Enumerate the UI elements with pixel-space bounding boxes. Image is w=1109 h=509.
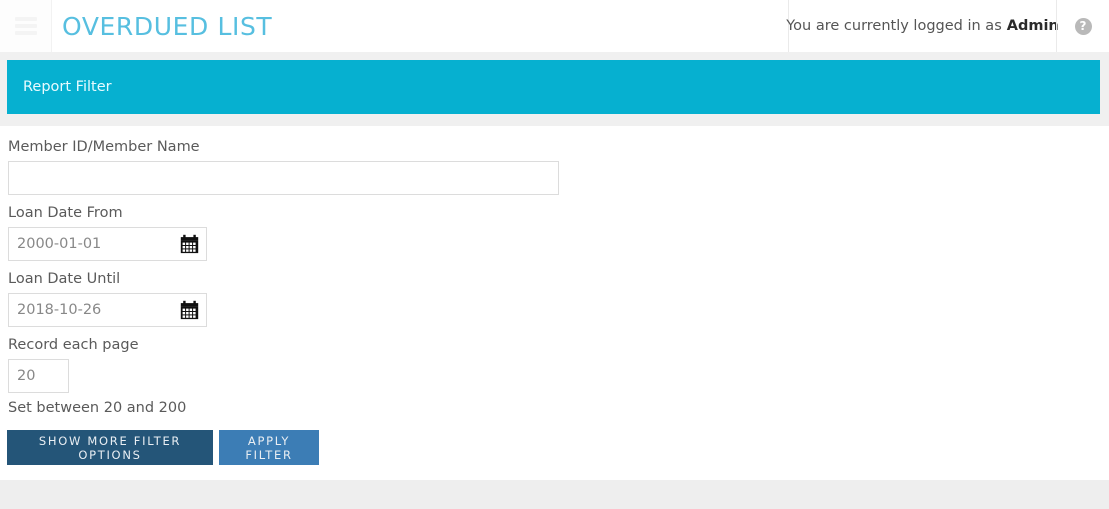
loan-date-from-input[interactable] [8, 227, 207, 261]
report-filter-header: Report Filter [7, 60, 1100, 114]
logged-in-username: Admin [1006, 18, 1059, 34]
loan-date-until-input[interactable] [8, 293, 207, 327]
logged-in-user-info: You are currently logged in as Admin [786, 0, 1059, 52]
report-filter-title: Report Filter [23, 79, 112, 95]
calendar-icon[interactable] [180, 300, 199, 320]
record-each-page-helper: Set between 20 and 200 [8, 400, 187, 416]
record-each-page-input[interactable] [8, 359, 69, 393]
question-mark-icon: ? [1074, 17, 1092, 35]
panel-gap [0, 114, 1109, 126]
show-more-filter-options-button[interactable]: SHOW MORE FILTER OPTIONS [7, 430, 213, 465]
hamburger-bar [14, 24, 37, 28]
loan-date-until-label: Loan Date Until [8, 271, 121, 287]
page-body: Report Filter Member ID/Member Name Loan… [0, 52, 1109, 494]
sidebar-toggle-button[interactable] [0, 0, 52, 52]
filter-button-row: SHOW MORE FILTER OPTIONS APPLY FILTER [7, 430, 1109, 465]
page-title: OVERDUED LIST [62, 11, 273, 41]
navbar-spacer [272, 0, 788, 52]
page-footer-strip [0, 480, 1109, 494]
loan-date-from-label: Loan Date From [8, 205, 123, 221]
brand-title-container[interactable]: OVERDUED LIST [52, 0, 272, 52]
hamburger-bar [14, 31, 37, 35]
record-each-page-label: Record each page [8, 337, 139, 353]
member-field-label: Member ID/Member Name [8, 139, 200, 155]
top-navbar: OVERDUED LIST You are currently logged i… [0, 0, 1109, 52]
logged-in-label: You are currently logged in as [786, 18, 1002, 34]
loan-date-until-group [8, 293, 207, 327]
member-search-input[interactable] [8, 161, 559, 195]
calendar-icon[interactable] [180, 234, 199, 254]
apply-filter-button[interactable]: APPLY FILTER [219, 430, 319, 465]
hamburger-bar [14, 17, 37, 21]
loan-date-from-group [8, 227, 207, 261]
hamburger-icon [14, 14, 37, 38]
report-filter-form: Member ID/Member Name Loan Date From 200… [0, 126, 1109, 480]
help-button[interactable]: ? [1056, 0, 1109, 52]
